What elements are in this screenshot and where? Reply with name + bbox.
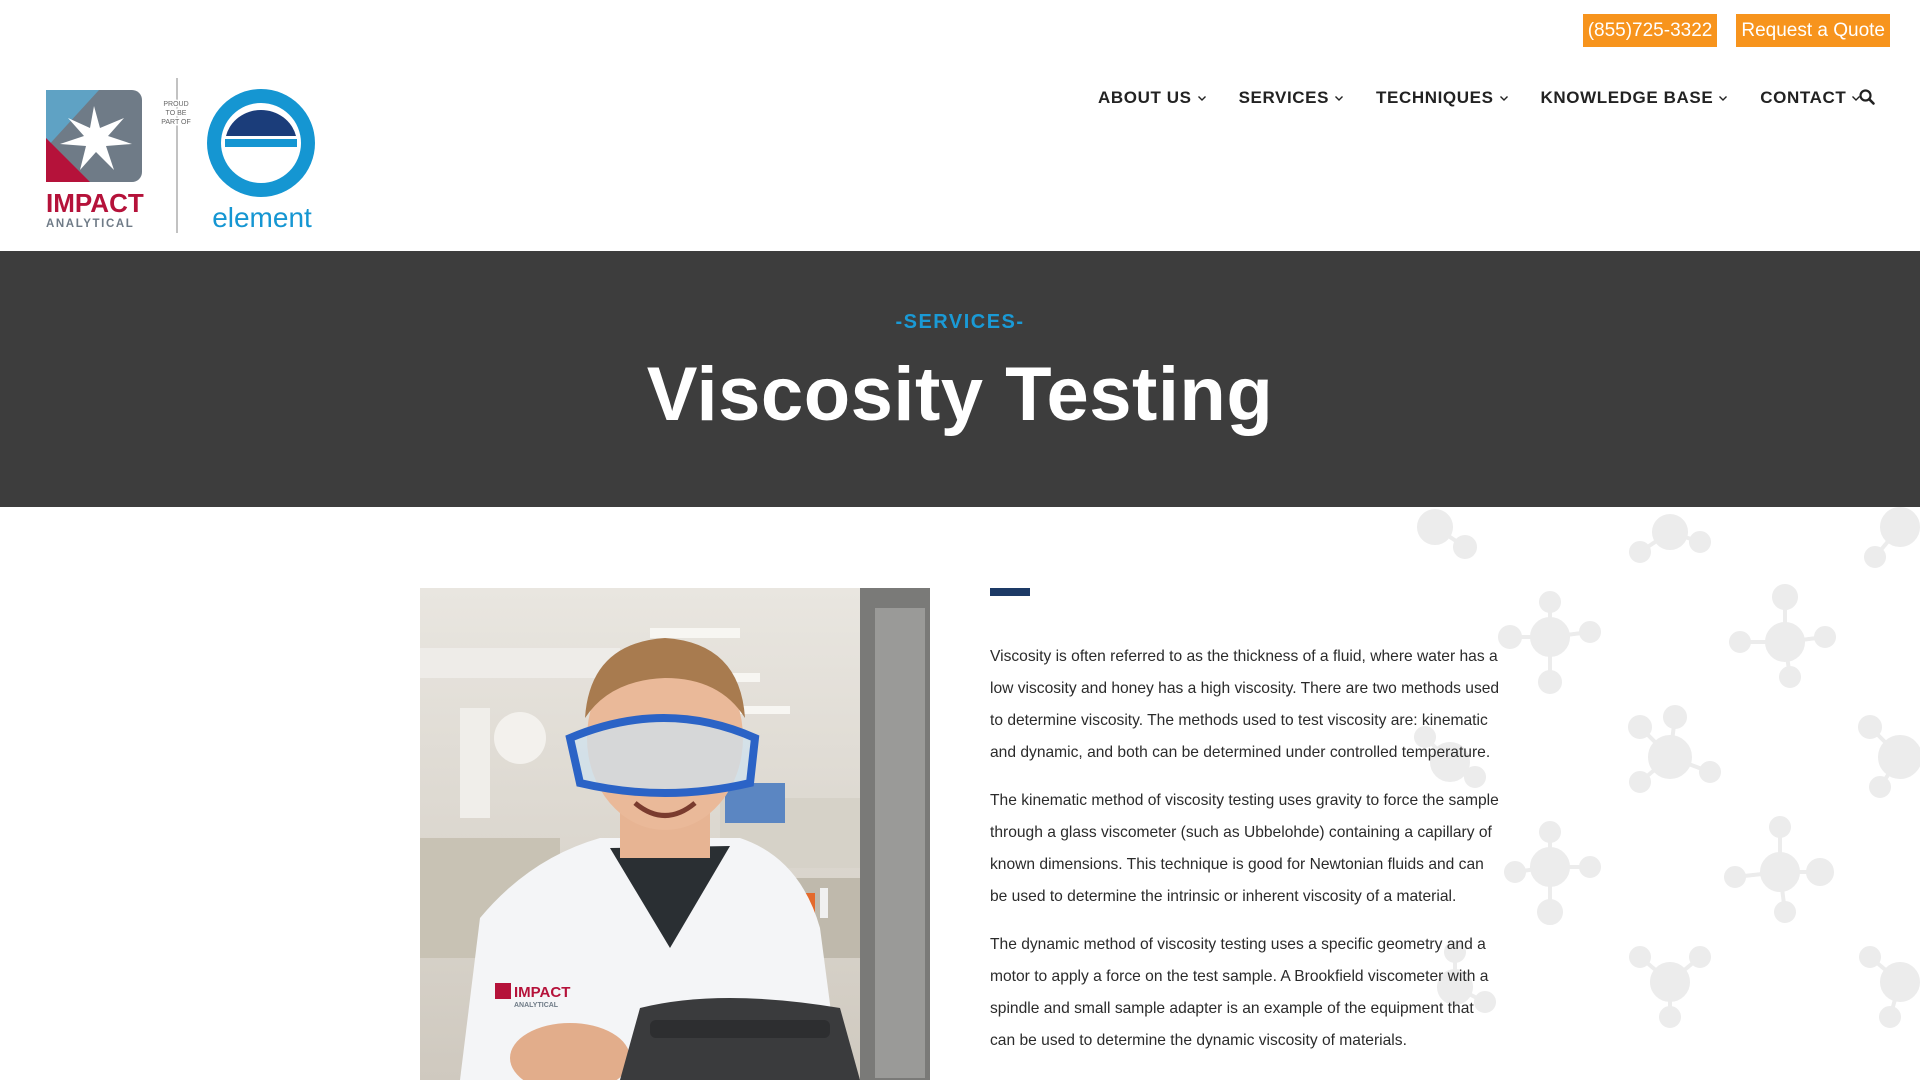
content-paragraph: The kinematic method of viscosity testin…: [990, 792, 1499, 905]
coat-logo-text: IMPACT: [514, 984, 570, 1001]
proud-text-line2: TO BE: [166, 110, 187, 117]
main-content: Viscosity is often referred to as the th…: [990, 641, 1500, 1073]
site-header: IMPACT ANALYTICAL PROUD TO BE PART OF el…: [0, 0, 1920, 251]
nav-item-services[interactable]: SERVICES: [1239, 88, 1344, 108]
proud-text-line1: PROUD: [163, 101, 188, 108]
chevron-down-icon: [1335, 96, 1344, 101]
nav-item-techniques[interactable]: TECHNIQUES: [1376, 88, 1508, 108]
chevron-down-icon: [1197, 96, 1206, 101]
chevron-down-icon: [1719, 96, 1728, 101]
page-title: Viscosity Testing: [646, 352, 1274, 437]
nav-item-label: KNOWLEDGE BASE: [1540, 88, 1714, 107]
hero-banner: -SERVICES- Viscosity Testing: [0, 251, 1920, 507]
content-paragraph: The dynamic method of viscosity testing …: [990, 936, 1489, 1049]
nav-item-label: TECHNIQUES: [1376, 88, 1494, 107]
lab-technician-photo: IMPACT ANALYTICAL: [420, 588, 930, 1080]
nav-item-label: SERVICES: [1238, 88, 1330, 107]
coat-logo-subtext: ANALYTICAL: [514, 1002, 559, 1009]
section-accent-bar: [990, 588, 1030, 596]
impact-brand-subtext: ANALYTICAL: [46, 218, 134, 230]
proud-text-line3: PART OF: [161, 119, 191, 126]
site-logo[interactable]: IMPACT ANALYTICAL PROUD TO BE PART OF el…: [44, 78, 324, 233]
chevron-down-icon: [1499, 96, 1508, 101]
hero-eyebrow: -SERVICES-: [895, 311, 1025, 333]
nav-item-about-us[interactable]: ABOUT US: [1098, 88, 1207, 108]
content-paragraph: Viscosity is often referred to as the th…: [990, 648, 1500, 761]
main-nav: ABOUT US SERVICES TECHNIQUES KNOWLEDGE B…: [1098, 88, 1893, 108]
nav-item-label: ABOUT US: [1098, 88, 1192, 107]
lab-photo-illustration: IMPACT ANALYTICAL: [420, 588, 930, 1080]
nav-item-knowledge-base[interactable]: KNOWLEDGE BASE: [1541, 88, 1729, 108]
element-brand-text: element: [212, 202, 312, 233]
nav-item-label: CONTACT: [1760, 88, 1847, 107]
element-logo-mark: [207, 89, 315, 197]
search-icon[interactable]: [1858, 88, 1876, 106]
nav-item-contact[interactable]: CONTACT: [1760, 88, 1861, 108]
impact-brand-text: IMPACT: [46, 188, 144, 218]
impact-logo-mark: [46, 90, 142, 182]
